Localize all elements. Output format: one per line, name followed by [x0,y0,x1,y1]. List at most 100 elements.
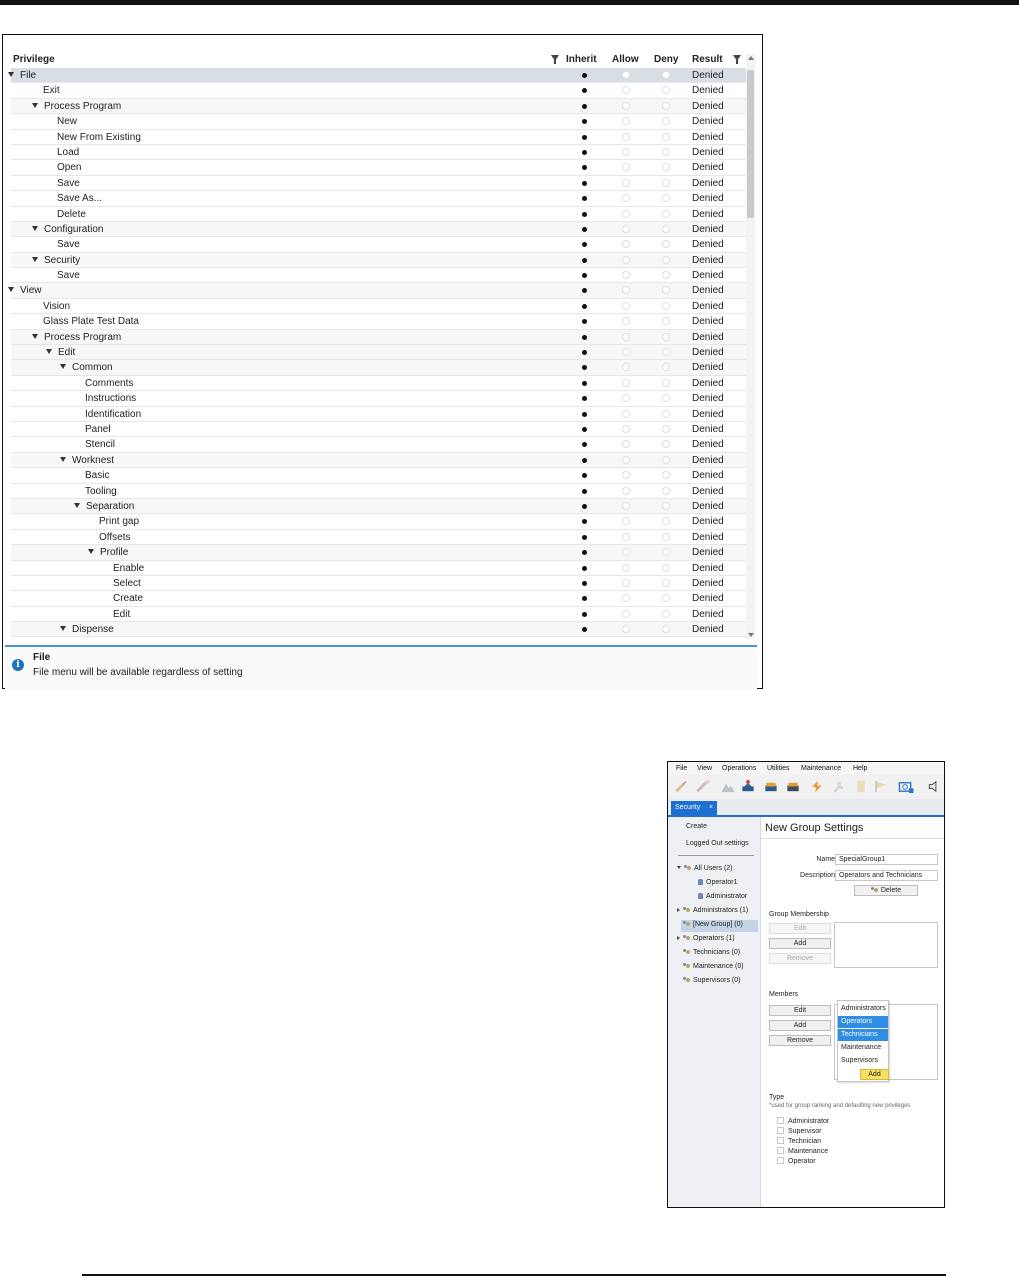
scroll-up-icon[interactable] [748,56,754,60]
privilege-row[interactable]: Exit Denied [11,83,746,99]
privilege-row[interactable]: New Denied [11,114,746,130]
deny-radio[interactable] [662,117,670,126]
camera-icon[interactable] [898,779,914,794]
deny-radio[interactable] [662,86,670,95]
type-checkbox-item[interactable]: Administrator [777,1117,829,1125]
inherit-radio[interactable] [582,580,587,586]
allow-radio[interactable] [622,86,630,95]
inherit-radio[interactable] [582,319,587,325]
allow-radio[interactable] [622,378,630,387]
filter-icon[interactable] [551,55,559,64]
deny-radio[interactable] [662,224,670,233]
inherit-radio[interactable] [582,149,587,155]
privilege-row[interactable]: Edit Denied [11,345,746,361]
allow-radio[interactable] [622,594,630,603]
allow-radio[interactable] [622,224,630,233]
menu-view[interactable]: View [697,765,712,772]
inherit-radio[interactable] [582,257,587,263]
header-deny[interactable]: Deny [654,54,678,65]
allow-radio[interactable] [622,517,630,526]
gm-edit-button[interactable]: Edit [769,923,831,934]
expand-arrow-icon[interactable] [8,72,14,77]
deny-radio[interactable] [662,440,670,449]
privilege-row[interactable]: Save Denied [11,268,746,284]
inherit-radio[interactable] [582,596,587,602]
inherit-radio[interactable] [582,488,587,494]
allow-radio[interactable] [622,532,630,541]
inherit-radio[interactable] [582,380,587,386]
deny-radio[interactable] [662,271,670,280]
allow-radio[interactable] [622,255,630,264]
expand-arrow-icon[interactable] [74,502,80,508]
machine-icon[interactable] [740,779,756,794]
allow-radio[interactable] [622,625,630,634]
print-run-icon[interactable] [785,779,801,794]
allow-radio[interactable] [622,332,630,341]
tab-security[interactable]: Security × [671,801,717,815]
privilege-row[interactable]: Save Denied [11,176,746,192]
type-checkbox-item[interactable]: Technician [777,1137,821,1145]
inherit-radio[interactable] [582,550,587,556]
privilege-row[interactable]: View Denied [8,283,746,299]
privilege-row[interactable]: Edit Denied [11,607,746,623]
members-edit-button[interactable]: Edit [769,1005,831,1016]
dropdown-item-supervisors[interactable]: Supervisors [838,1055,888,1067]
checkbox[interactable] [777,1147,784,1154]
scroll-down-icon[interactable] [748,633,754,637]
privilege-row[interactable]: Stencil Denied [11,437,746,453]
collapsed-arrow-icon[interactable] [677,936,680,940]
allow-radio[interactable] [622,548,630,557]
privilege-row[interactable]: New From Existing Denied [11,130,746,145]
privilege-row[interactable]: Instructions Denied [11,391,746,407]
checkbox[interactable] [777,1127,784,1134]
deny-radio[interactable] [662,532,670,541]
type-checkbox-item[interactable]: Maintenance [777,1147,828,1155]
inherit-radio[interactable] [582,103,587,109]
inherit-radio[interactable] [582,534,587,540]
allow-radio[interactable] [622,563,630,572]
allow-radio[interactable] [622,147,630,156]
menu-maintenance[interactable]: Maintenance [801,765,841,772]
deny-radio[interactable] [662,286,670,295]
menu-utilities[interactable]: Utilities [767,765,790,772]
privilege-row[interactable]: Vision Denied [11,299,746,315]
privilege-row[interactable]: Separation Denied [11,498,746,515]
deny-radio[interactable] [662,317,670,326]
privilege-row[interactable]: Common Denied [11,360,746,376]
mountain-icon[interactable] [720,779,736,794]
name-input[interactable]: SpecialGroup1 [835,854,938,865]
allow-radio[interactable] [622,301,630,310]
tree-item[interactable]: Administrator [698,893,747,900]
group-picker-dropdown[interactable]: Administrators Operators Technicians Mai… [837,1000,889,1082]
menu-operations[interactable]: Operations [722,765,756,772]
deny-radio[interactable] [662,609,670,618]
expand-arrow-icon[interactable] [60,364,66,370]
inherit-radio[interactable] [582,396,587,402]
deny-radio[interactable] [662,101,670,110]
deny-radio[interactable] [662,209,670,218]
deny-radio[interactable] [662,255,670,264]
inherit-radio[interactable] [582,334,587,340]
menu-file[interactable]: File [676,765,687,772]
privilege-row[interactable]: Save As... Denied [11,191,746,207]
header-privilege[interactable]: Privilege [13,54,55,65]
privilege-row[interactable]: Worknest Denied [11,452,746,469]
privilege-row[interactable]: Panel Denied [11,422,746,438]
header-inherit[interactable]: Inherit [566,54,597,65]
inherit-radio[interactable] [582,565,587,571]
members-remove-button[interactable]: Remove [769,1035,831,1046]
tree-item[interactable]: [New Group] (0) [677,921,743,928]
inherit-radio[interactable] [582,88,587,94]
allow-radio[interactable] [622,409,630,418]
privilege-row[interactable]: Load Denied [11,145,746,161]
deny-radio[interactable] [662,455,670,464]
deny-radio[interactable] [662,348,670,357]
inherit-radio[interactable] [582,119,587,125]
deny-radio[interactable] [662,147,670,156]
allow-radio[interactable] [622,178,630,187]
deny-radio[interactable] [662,517,670,526]
vertical-scrollbar[interactable] [746,54,755,639]
deny-radio[interactable] [662,194,670,203]
deny-radio[interactable] [662,178,670,187]
gm-add-button[interactable]: Add [769,938,831,949]
